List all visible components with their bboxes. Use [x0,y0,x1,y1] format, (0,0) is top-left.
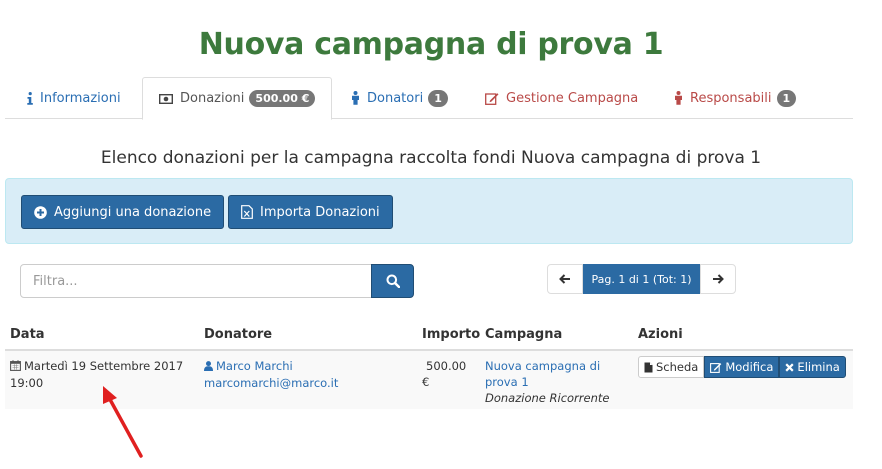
next-page-button[interactable] [700,264,736,294]
tab-label: Donazioni [180,91,245,106]
donor-email-link[interactable]: marcomarchi@marco.it [204,376,338,390]
edit-icon [485,92,499,105]
user-icon [204,359,213,375]
tab-responsabili[interactable]: Responsabili 1 [658,77,812,119]
column-header-azioni: Azioni [638,327,683,342]
plus-circle-icon [34,205,47,219]
edit-label: Modifica [725,360,774,374]
view-label: Scheda [656,360,699,374]
donation-type: Donazione Ricorrente [485,391,610,405]
donation-time: 19:00 [10,376,44,390]
column-header-donatore: Donatore [204,327,273,342]
donor-name: Marco Marchi [216,359,293,373]
tab-donazioni[interactable]: Donazioni 500.00 € [142,77,333,120]
tab-label: Donatori [367,90,424,106]
edit-button[interactable]: Modifica [704,356,780,378]
tab-label: Responsabili [690,90,772,106]
money-icon [159,93,173,104]
campaign-cell: Nuova campagna di prova 1 Donazione Rico… [485,358,633,406]
person-icon [351,91,360,105]
search-icon [386,274,400,288]
page-indicator: Pag. 1 di 1 (Tot: 1) [583,264,700,294]
prev-page-button[interactable] [547,264,583,294]
column-header-campagna: Campagna [485,327,563,342]
calendar-icon [10,359,21,375]
donor-cell: Marco Marchi marcomarchi@marco.it [204,358,414,391]
tab-informazioni[interactable]: Informazioni [11,77,137,119]
donation-amount: 500.00 [426,359,467,373]
donation-currency: € [422,375,430,389]
close-icon [785,362,794,372]
amount-cell: 500.00 € [422,358,477,390]
page-title: Nuova campagna di prova 1 [198,27,664,62]
campaign-link[interactable]: Nuova campagna di prova 1 [485,359,600,389]
delete-label: Elimina [797,360,840,374]
filter-input[interactable] [20,264,372,298]
tab-label: Gestione Campagna [506,90,639,106]
managers-count-badge: 1 [776,89,797,107]
table-header: Data Donatore Importo Campagna Azioni [5,318,853,351]
donations-total-badge: 500.00 € [249,90,316,107]
section-subtitle: Elenco donazioni per la campagna raccolt… [100,148,762,168]
toolbar-panel: Aggiungi una donazione Importa Donazioni [5,178,853,244]
import-donations-button[interactable]: Importa Donazioni [228,195,393,229]
tab-donatori[interactable]: Donatori 1 [335,77,464,119]
add-donation-label: Aggiungi una donazione [54,204,212,220]
donor-link[interactable]: Marco Marchi [204,359,293,373]
pagination: Pag. 1 di 1 (Tot: 1) [547,264,736,294]
arrow-right-icon [712,274,724,284]
delete-button[interactable]: Elimina [779,356,846,378]
annotation-arrow [103,386,143,458]
add-donation-button[interactable]: Aggiungi una donazione [21,195,225,229]
view-button[interactable]: Scheda [638,356,705,378]
import-donations-label: Importa Donazioni [260,204,380,220]
search-button[interactable] [371,264,414,298]
donors-count-badge: 1 [428,89,448,107]
info-icon [27,91,33,105]
donation-date: Martedì 19 Settembre 2017 [24,359,184,373]
arrow-left-icon [559,274,571,284]
row-actions: Scheda Modifica Elimina [638,356,846,378]
column-header-importo: Importo [422,327,481,342]
column-header-data: Data [10,327,45,342]
excel-file-icon [241,205,253,219]
person-icon [674,91,683,105]
edit-icon [710,362,722,373]
tab-gestione-campagna[interactable]: Gestione Campagna [469,77,654,119]
tab-bar: Informazioni Donazioni 500.00 € Donatori… [5,77,853,120]
file-icon [644,362,653,373]
tab-label: Informazioni [40,90,121,106]
